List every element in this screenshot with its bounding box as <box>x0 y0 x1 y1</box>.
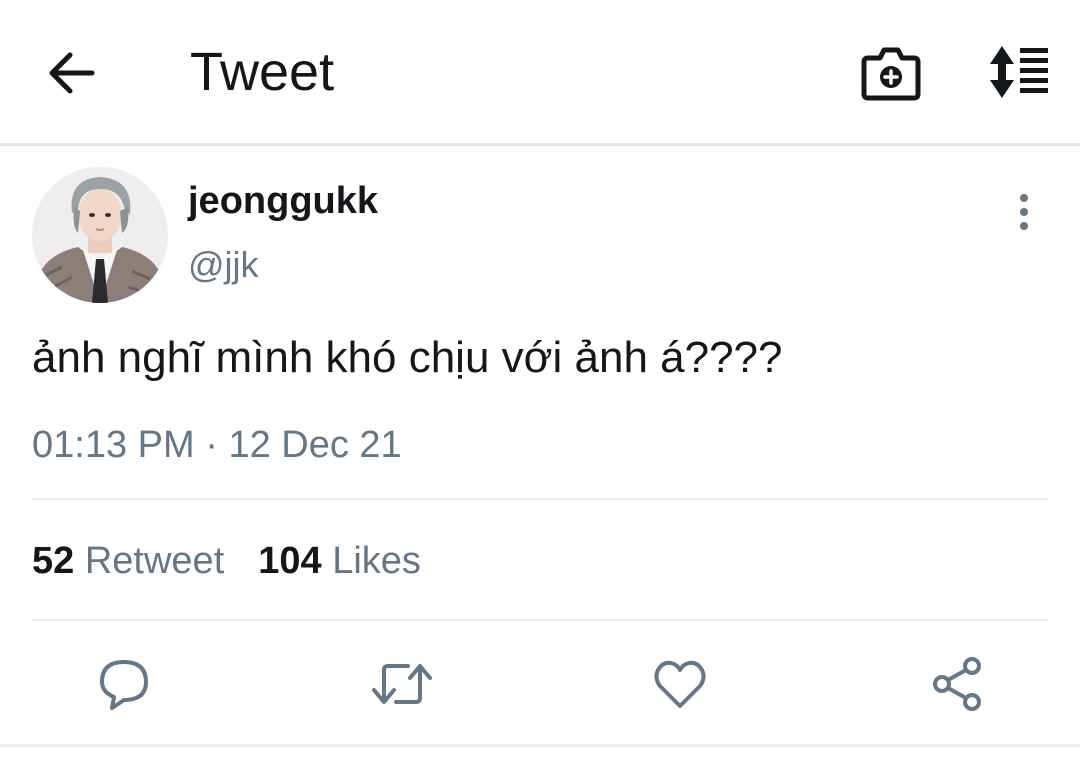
share-button[interactable] <box>930 656 986 712</box>
more-options-button[interactable] <box>1010 192 1038 232</box>
timeline-sort-button[interactable] <box>980 44 1052 100</box>
profile-photo <box>32 167 168 303</box>
like-button[interactable] <box>652 656 708 712</box>
tweet-date: 12 Dec 21 <box>228 424 402 466</box>
top-app-bar: Tweet <box>0 0 1080 146</box>
timestamp-separator: · <box>194 424 229 466</box>
retweet-button[interactable] <box>372 656 432 712</box>
sort-expand-icon <box>990 46 1048 98</box>
likes-count: 104 <box>258 540 322 582</box>
more-vertical-icon <box>1020 194 1028 230</box>
share-icon <box>933 657 981 711</box>
avatar[interactable] <box>32 167 168 303</box>
tweet-text: ảnh nghĩ mình khó chịu với ảnh á???? <box>32 333 783 382</box>
divider <box>32 498 1048 500</box>
reply-button[interactable] <box>96 656 152 712</box>
user-handle[interactable]: @jjk <box>188 244 259 286</box>
retweet-icon <box>372 664 432 704</box>
back-button[interactable] <box>46 48 100 98</box>
retweets-count: 52 <box>32 540 75 582</box>
divider <box>0 744 1080 747</box>
reply-icon <box>100 660 148 710</box>
tweet-time: 01:13 PM <box>32 424 195 466</box>
back-arrow-icon <box>49 52 95 94</box>
likes-stat[interactable]: 104 Likes <box>258 540 421 582</box>
camera-plus-icon <box>861 47 921 101</box>
heart-icon <box>654 660 706 708</box>
tweet-timestamp: 01:13 PM · 12 Dec 21 <box>32 422 402 468</box>
tweet-stats: 52 Retweet 104 Likes <box>32 538 421 584</box>
divider <box>32 619 1048 621</box>
display-name[interactable]: jeonggukk <box>188 179 378 223</box>
likes-label: Likes <box>332 540 421 582</box>
page-title: Tweet <box>190 42 335 102</box>
retweets-label: Retweet <box>84 540 225 582</box>
retweets-stat[interactable]: 52 Retweet <box>32 540 224 582</box>
camera-button[interactable] <box>860 44 922 102</box>
